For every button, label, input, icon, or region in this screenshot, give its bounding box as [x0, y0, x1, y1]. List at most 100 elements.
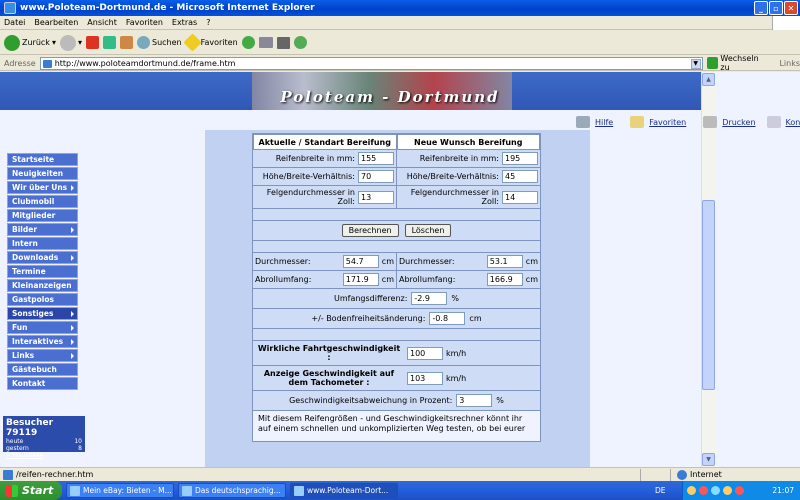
messenger-icon[interactable]: [293, 36, 307, 49]
address-label: Adresse: [4, 58, 36, 68]
side-menu-item-clubmobil[interactable]: Clubmobil: [7, 195, 78, 208]
circ-new-output[interactable]: 166.9: [486, 273, 523, 286]
side-menu-item-links[interactable]: Links: [7, 349, 78, 362]
side-menu-item-bilder[interactable]: Bilder: [7, 223, 78, 236]
maximize-button[interactable]: ▫: [769, 1, 783, 15]
deviation-output[interactable]: 3: [456, 394, 493, 407]
contact-link[interactable]: Kontakt: [786, 118, 800, 127]
tray-icon[interactable]: [711, 486, 720, 495]
side-menu-label: Kontakt: [12, 379, 46, 388]
favorites-button[interactable]: Favoriten: [182, 33, 238, 52]
side-menu-item-gaestebuch[interactable]: Gästebuch: [7, 363, 78, 376]
forward-button[interactable]: ▾: [59, 34, 82, 51]
taskbar-item-poloteam[interactable]: www.Poloteam-Dort...: [290, 483, 398, 498]
tray-icon[interactable]: [687, 486, 696, 495]
mail-icon[interactable]: [258, 37, 273, 48]
taskbar-item-forum[interactable]: Das deutschsprachig...: [178, 483, 286, 498]
scroll-down-icon[interactable]: ▼: [702, 453, 715, 466]
scroll-up-icon[interactable]: ▲: [702, 73, 715, 86]
rim-current-input[interactable]: 13: [358, 190, 394, 204]
ratio-new-input[interactable]: 45: [502, 170, 538, 183]
side-menu-item-kleinanzeigen[interactable]: Kleinanzeigen: [7, 279, 78, 292]
ground-output[interactable]: -0.8: [429, 312, 466, 325]
chevron-down-icon: ▾: [77, 38, 82, 47]
diameter-new-output[interactable]: 53.1: [486, 255, 523, 268]
side-menu-item-mitglieder[interactable]: Mitglieder: [7, 209, 78, 222]
clear-button[interactable]: Löschen: [404, 224, 452, 237]
taskbar-item-ebay[interactable]: Mein eBay: Bieten - M...: [66, 483, 174, 498]
print-link[interactable]: Drucken: [722, 118, 755, 127]
minimize-button[interactable]: _: [754, 1, 768, 15]
width-label-new: Reifenbreite in mm:: [419, 154, 499, 163]
language-indicator[interactable]: DE: [655, 486, 666, 495]
side-menu-item-wir-ueber-uns[interactable]: Wir über Uns: [7, 181, 78, 194]
start-button[interactable]: Start: [0, 481, 62, 500]
print-icon[interactable]: [276, 36, 290, 49]
links-button[interactable]: Links: [779, 59, 800, 68]
side-menu-item-fun[interactable]: Fun: [7, 321, 78, 334]
menu-favoriten[interactable]: Favoriten: [126, 18, 163, 27]
side-menu-item-neuigkeiten[interactable]: Neuigkeiten: [7, 167, 78, 180]
calc-header-row: Aktuelle / Standart Bereifung Neue Wunsc…: [253, 134, 540, 150]
side-menu-item-kontakt[interactable]: Kontakt: [7, 377, 78, 390]
side-menu-item-startseite[interactable]: Startseite: [7, 153, 78, 166]
tray-icon[interactable]: [699, 486, 708, 495]
stop-icon[interactable]: [85, 36, 99, 49]
calculate-button[interactable]: Berechnen: [341, 224, 399, 237]
side-menu-item-interaktives[interactable]: Interaktives: [7, 335, 78, 348]
back-button[interactable]: Zurück ▾: [4, 34, 56, 51]
go-button[interactable]: Wechseln zu: [706, 54, 770, 72]
diameter-label-new: Durchmesser:: [399, 257, 455, 266]
clock[interactable]: 21:07: [772, 486, 800, 495]
favorites-icon[interactable]: [630, 116, 645, 128]
circ-current-output[interactable]: 171.9: [342, 273, 379, 286]
favorites-link[interactable]: Favoriten: [649, 118, 686, 127]
menu-bar: Datei Bearbeiten Ansicht Favoriten Extra…: [0, 16, 800, 30]
close-button[interactable]: ✕: [784, 1, 798, 15]
ie-icon: [294, 485, 304, 496]
tire-calculator: Aktuelle / Standart Bereifung Neue Wunsc…: [252, 133, 541, 442]
button-row: Berechnen Löschen: [253, 221, 540, 241]
home-icon[interactable]: [119, 36, 133, 49]
statistics-link[interactable]: » Statistiken: [6, 452, 82, 459]
address-input[interactable]: http://www.poloteamdortmund.de/frame.htm…: [39, 56, 703, 70]
menu-help[interactable]: ?: [206, 18, 210, 27]
menu-datei[interactable]: Datei: [4, 18, 25, 27]
ratio-current-input[interactable]: 70: [358, 170, 394, 183]
scrollbar-thumb[interactable]: [702, 200, 715, 390]
width-new-input[interactable]: 195: [502, 152, 538, 165]
visitor-today-row: heute 10: [6, 438, 82, 445]
refresh-icon[interactable]: [102, 36, 116, 49]
side-menu-item-downloads[interactable]: Downloads: [7, 251, 78, 264]
menu-bearbeiten[interactable]: Bearbeiten: [34, 18, 78, 27]
menu-extras[interactable]: Extras: [172, 18, 197, 27]
side-menu-item-intern[interactable]: Intern: [7, 237, 78, 250]
menu-ansicht[interactable]: Ansicht: [87, 18, 117, 27]
width-current-input[interactable]: 155: [358, 152, 394, 165]
search-button[interactable]: Suchen: [136, 36, 182, 49]
side-menu-item-termine[interactable]: Termine: [7, 265, 78, 278]
side-menu-item-sonstiges[interactable]: Sonstiges: [7, 307, 78, 320]
rim-new-input[interactable]: 14: [502, 190, 538, 204]
circ-diff-label: Umfangsdifferenz:: [333, 294, 408, 303]
side-menu-label: Startseite: [12, 155, 55, 164]
print-icon[interactable]: [703, 116, 718, 128]
tray-icon[interactable]: [735, 486, 744, 495]
circ-diff-output[interactable]: -2.9: [411, 292, 448, 305]
contact-icon[interactable]: [766, 116, 781, 128]
chevron-right-icon: [71, 339, 74, 345]
unit-cm: cm: [525, 257, 538, 266]
display-speed-output[interactable]: 103: [407, 371, 443, 385]
help-link[interactable]: Hilfe: [595, 118, 613, 127]
status-text: /reifen-rechner.htm: [0, 470, 640, 480]
side-menu-item-gastpolos[interactable]: Gastpolos: [7, 293, 78, 306]
history-icon[interactable]: [241, 36, 255, 49]
tray-icon[interactable]: [723, 486, 732, 495]
help-icon[interactable]: [576, 116, 590, 128]
real-speed-input[interactable]: 100: [407, 346, 443, 360]
address-dropdown-icon[interactable]: ▼: [690, 58, 701, 69]
diameter-current-output[interactable]: 54.7: [342, 255, 379, 268]
side-menu-label: Gästebuch: [12, 365, 57, 374]
deviation-row: Geschwindigkeitsabweichung in Prozent: 3…: [253, 391, 540, 411]
diameter-row: Durchmesser: 54.7 cm Durchmesser: 53.1 cm: [253, 253, 540, 271]
